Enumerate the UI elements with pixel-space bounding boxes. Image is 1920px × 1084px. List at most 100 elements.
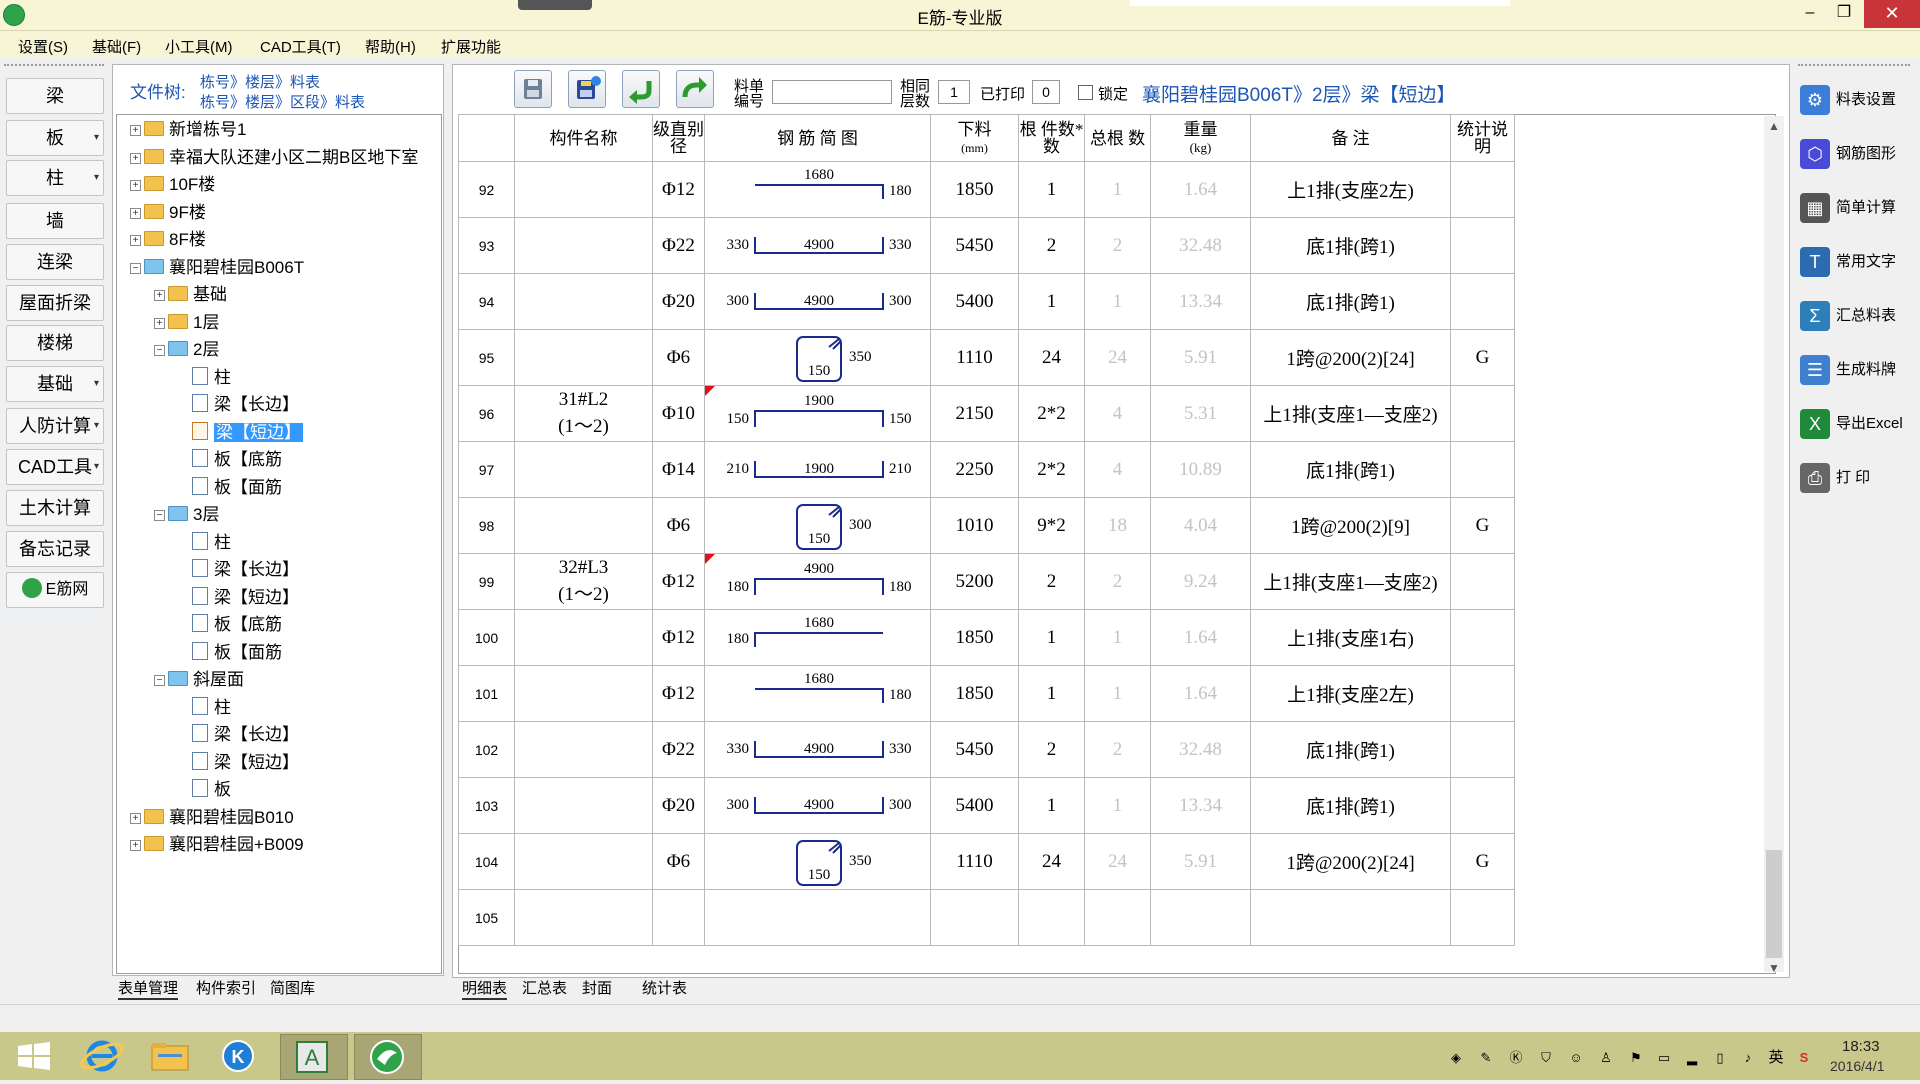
expand-icon[interactable]: + bbox=[130, 180, 141, 191]
cut-length-cell[interactable]: 5400 bbox=[930, 777, 1019, 834]
grade-diameter-cell[interactable]: Φ10 bbox=[652, 385, 705, 442]
remark-cell[interactable]: 上1排(支座1—支座2) bbox=[1250, 553, 1451, 610]
rebar-diagram-cell[interactable]: 150 350 bbox=[704, 329, 931, 386]
taskbar-ie[interactable] bbox=[72, 1034, 138, 1078]
tray-network-icon[interactable]: ▂ bbox=[1684, 1050, 1700, 1066]
tree-node[interactable]: 幸福大队还建小区二期B区地下室 bbox=[144, 146, 418, 170]
count-cell[interactable]: 1 bbox=[1018, 609, 1085, 666]
lock-checkbox[interactable] bbox=[1078, 85, 1093, 100]
component-name-cell[interactable]: 32#L3 (1～2) bbox=[514, 553, 653, 610]
total-count-cell[interactable]: 2 bbox=[1084, 721, 1151, 778]
cut-length-cell[interactable]: 2150 bbox=[930, 385, 1019, 442]
cut-length-cell[interactable]: 5450 bbox=[930, 217, 1019, 274]
weight-cell[interactable]: 5.91 bbox=[1150, 329, 1251, 386]
redo-button[interactable] bbox=[676, 70, 714, 108]
tree-node[interactable]: 襄阳碧桂园B010 bbox=[144, 806, 294, 830]
tray-volume-icon[interactable]: ♪ bbox=[1740, 1050, 1756, 1066]
grade-diameter-cell[interactable]: Φ22 bbox=[652, 217, 705, 274]
component-name-cell[interactable] bbox=[514, 777, 653, 834]
tree-node[interactable]: 2层 bbox=[168, 338, 219, 362]
tab-summary-sheet[interactable]: 汇总表 bbox=[522, 977, 567, 998]
weight-cell[interactable]: 13.34 bbox=[1150, 777, 1251, 834]
rebar-diagram-cell[interactable] bbox=[704, 889, 931, 946]
tool-button-sigma[interactable]: Σ 汇总料表 bbox=[1800, 296, 1912, 336]
tree-node[interactable]: 板【面筋 bbox=[192, 641, 282, 665]
left-button-10[interactable]: CAD工具 ▾ bbox=[6, 449, 104, 485]
table-row[interactable]: 98 Φ6 150 300 1010 9*2 18 4.04 1跨@200(2)[9] G bbox=[458, 497, 1515, 554]
weight-cell[interactable]: 5.31 bbox=[1150, 385, 1251, 442]
cut-length-cell[interactable]: 5450 bbox=[930, 721, 1019, 778]
count-cell[interactable]: 24 bbox=[1018, 833, 1085, 890]
row-number[interactable]: 103 bbox=[458, 777, 515, 834]
left-button-12[interactable]: 备忘记录 bbox=[6, 531, 104, 567]
clock-date[interactable]: 2016/4/1 bbox=[1830, 1058, 1885, 1074]
tool-button-printer[interactable]: ⎙ 打 印 bbox=[1800, 458, 1912, 498]
component-name-cell[interactable] bbox=[514, 721, 653, 778]
taskbar-ejin[interactable] bbox=[354, 1034, 422, 1080]
component-name-cell[interactable] bbox=[514, 609, 653, 666]
expand-icon[interactable]: + bbox=[130, 812, 141, 824]
scroll-down-icon[interactable]: ▼ bbox=[1766, 960, 1782, 976]
left-button-13[interactable]: E筋网 bbox=[6, 572, 104, 608]
taskbar-autocad[interactable]: A bbox=[280, 1034, 348, 1080]
tree-node[interactable]: 3层 bbox=[168, 503, 219, 527]
tab-form-manage[interactable]: 表单管理 bbox=[118, 977, 179, 1000]
cut-length-cell[interactable]: 1850 bbox=[930, 609, 1019, 666]
cut-length-cell[interactable]: 1850 bbox=[930, 665, 1019, 722]
component-name-cell[interactable] bbox=[514, 217, 653, 274]
statistics-cell[interactable] bbox=[1450, 665, 1515, 722]
grade-diameter-cell[interactable]: Φ6 bbox=[652, 833, 705, 890]
total-count-cell[interactable]: 1 bbox=[1084, 609, 1151, 666]
rebar-diagram-cell[interactable]: 1680 180 bbox=[704, 161, 931, 218]
tool-button-list[interactable]: ☰ 生成料牌 bbox=[1800, 350, 1912, 390]
cut-length-cell[interactable]: 5200 bbox=[930, 553, 1019, 610]
statistics-cell[interactable] bbox=[1450, 889, 1515, 946]
component-name-cell[interactable] bbox=[514, 273, 653, 330]
total-count-cell[interactable] bbox=[1084, 889, 1151, 946]
close-button[interactable]: ✕ bbox=[1864, 0, 1920, 28]
total-count-cell[interactable]: 2 bbox=[1084, 217, 1151, 274]
row-number[interactable]: 99 bbox=[458, 553, 515, 610]
tab-component-index[interactable]: 构件索引 bbox=[196, 977, 256, 998]
cut-length-cell[interactable]: 1850 bbox=[930, 161, 1019, 218]
left-button-2[interactable]: 板 ▾ bbox=[6, 120, 104, 156]
collapse-icon[interactable]: − bbox=[154, 345, 165, 356]
count-cell[interactable]: 24 bbox=[1018, 329, 1085, 386]
rebar-diagram-cell[interactable]: 150 350 bbox=[704, 833, 931, 890]
vertical-scrollbar[interactable] bbox=[1764, 116, 1784, 972]
cut-length-cell[interactable]: 1110 bbox=[930, 329, 1019, 386]
grade-diameter-cell[interactable]: Φ22 bbox=[652, 721, 705, 778]
grade-diameter-cell[interactable]: Φ6 bbox=[652, 329, 705, 386]
remark-cell[interactable]: 上1排(支座2左) bbox=[1250, 161, 1451, 218]
tray-battery-icon[interactable]: ▯ bbox=[1712, 1050, 1728, 1066]
rebar-diagram-cell[interactable]: 1680 180 bbox=[704, 665, 931, 722]
tray-flag-icon[interactable]: ⚑ bbox=[1628, 1050, 1644, 1066]
weight-cell[interactable]: 9.24 bbox=[1150, 553, 1251, 610]
expand-icon[interactable]: + bbox=[130, 840, 141, 851]
rebar-diagram-cell[interactable]: 4900 330 330 bbox=[704, 217, 931, 274]
tree-node[interactable]: 梁【短边】 bbox=[192, 586, 299, 610]
tree-node[interactable]: 梁【短边】 bbox=[192, 421, 303, 445]
tray-shield-icon[interactable]: ◈ bbox=[1448, 1050, 1464, 1066]
statistics-cell[interactable] bbox=[1450, 609, 1515, 666]
clock-time[interactable]: 18:33 bbox=[1842, 1038, 1880, 1055]
tree-node[interactable]: 基础 bbox=[168, 283, 227, 307]
total-count-cell[interactable]: 4 bbox=[1084, 385, 1151, 442]
collapse-icon[interactable]: − bbox=[130, 262, 141, 274]
tree-node[interactable]: 梁【长边】 bbox=[192, 393, 299, 417]
component-name-cell[interactable] bbox=[514, 161, 653, 218]
grade-diameter-cell[interactable]: Φ14 bbox=[652, 441, 705, 498]
tray-monitor-icon[interactable]: ▭ bbox=[1656, 1050, 1672, 1066]
total-count-cell[interactable]: 2 bbox=[1084, 553, 1151, 610]
menu-extensions[interactable]: 扩展功能 bbox=[441, 36, 501, 57]
tree-node[interactable]: 板【底筋 bbox=[192, 613, 282, 637]
statistics-cell[interactable] bbox=[1450, 721, 1515, 778]
cut-length-cell[interactable]: 1010 bbox=[930, 497, 1019, 554]
tray-pen-icon[interactable]: ✎ bbox=[1478, 1050, 1494, 1066]
collapse-icon[interactable]: − bbox=[154, 510, 165, 521]
tab-statistics-sheet[interactable]: 统计表 bbox=[642, 977, 687, 998]
expand-icon[interactable]: + bbox=[130, 235, 141, 246]
component-name-cell[interactable] bbox=[514, 497, 653, 554]
table-row[interactable]: 96 31#L2 (1～2) Φ10 1900 150 150 2150 2*2 4 5.31 上1排… bbox=[458, 385, 1515, 442]
tool-button-shape[interactable]: ⬡ 钢筋图形 bbox=[1800, 134, 1912, 174]
